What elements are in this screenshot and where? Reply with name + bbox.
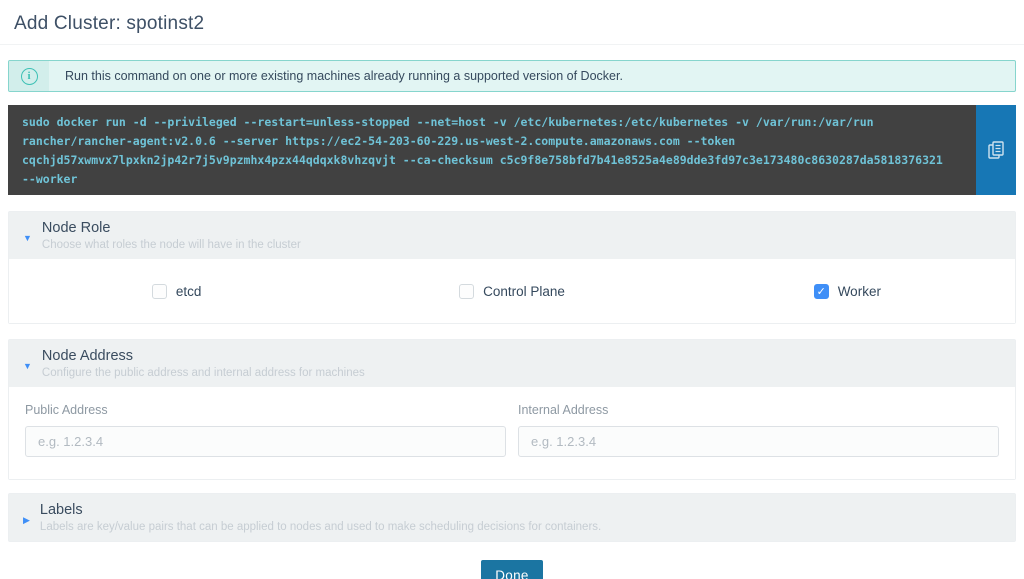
public-address-label: Public Address bbox=[25, 403, 506, 417]
node-role-section: ▼ Node Role Choose what roles the node w… bbox=[8, 211, 1016, 324]
role-option-etcd[interactable]: ✓ etcd bbox=[152, 284, 202, 299]
add-cluster-page: Add Cluster: spotinst2 i Run this comman… bbox=[0, 0, 1024, 579]
control-plane-label: Control Plane bbox=[483, 284, 565, 299]
labels-section: ▶ Labels Labels are key/value pairs that… bbox=[8, 493, 1016, 542]
node-role-subtitle: Choose what roles the node will have in … bbox=[42, 239, 301, 251]
docker-command-block: sudo docker run -d --privileged --restar… bbox=[8, 105, 1016, 195]
worker-label: Worker bbox=[838, 284, 881, 299]
node-address-section: ▼ Node Address Configure the public addr… bbox=[8, 339, 1016, 480]
node-address-subtitle: Configure the public address and interna… bbox=[42, 367, 365, 379]
public-address-input[interactable] bbox=[25, 426, 506, 457]
clipboard-icon bbox=[988, 141, 1005, 160]
info-banner-text: Run this command on one or more existing… bbox=[49, 61, 623, 91]
info-circle-icon: i bbox=[21, 68, 38, 85]
node-address-title: Node Address bbox=[42, 348, 365, 364]
copy-to-clipboard-button[interactable] bbox=[976, 105, 1016, 195]
docker-command-text[interactable]: sudo docker run -d --privileged --restar… bbox=[8, 105, 976, 195]
info-banner: i Run this command on one or more existi… bbox=[8, 60, 1016, 92]
page-header: Add Cluster: spotinst2 bbox=[0, 0, 1024, 45]
chevron-down-icon[interactable]: ▼ bbox=[23, 234, 32, 243]
role-option-worker[interactable]: ✓ Worker bbox=[814, 284, 881, 299]
etcd-label: etcd bbox=[176, 284, 202, 299]
etcd-checkbox[interactable]: ✓ bbox=[152, 284, 167, 299]
role-option-control-plane[interactable]: ✓ Control Plane bbox=[459, 284, 565, 299]
chevron-down-icon[interactable]: ▼ bbox=[23, 362, 32, 371]
internal-address-input[interactable] bbox=[518, 426, 999, 457]
labels-header[interactable]: ▶ Labels Labels are key/value pairs that… bbox=[9, 494, 1015, 541]
node-role-header[interactable]: ▼ Node Role Choose what roles the node w… bbox=[9, 212, 1015, 259]
node-address-fields: Public Address Internal Address bbox=[9, 387, 1015, 479]
labels-title: Labels bbox=[40, 502, 601, 518]
worker-checkbox[interactable]: ✓ bbox=[814, 284, 829, 299]
control-plane-checkbox[interactable]: ✓ bbox=[459, 284, 474, 299]
chevron-right-icon[interactable]: ▶ bbox=[23, 516, 30, 525]
labels-subtitle: Labels are key/value pairs that can be a… bbox=[40, 521, 601, 533]
info-icon-wrap: i bbox=[9, 61, 49, 91]
node-role-options: ✓ etcd ✓ Control Plane ✓ Worker bbox=[9, 259, 1015, 323]
internal-address-label: Internal Address bbox=[518, 403, 999, 417]
footer: Done bbox=[0, 560, 1024, 579]
node-role-title: Node Role bbox=[42, 220, 301, 236]
page-title: Add Cluster: spotinst2 bbox=[14, 13, 1010, 35]
node-address-header[interactable]: ▼ Node Address Configure the public addr… bbox=[9, 340, 1015, 387]
done-button[interactable]: Done bbox=[481, 560, 542, 579]
